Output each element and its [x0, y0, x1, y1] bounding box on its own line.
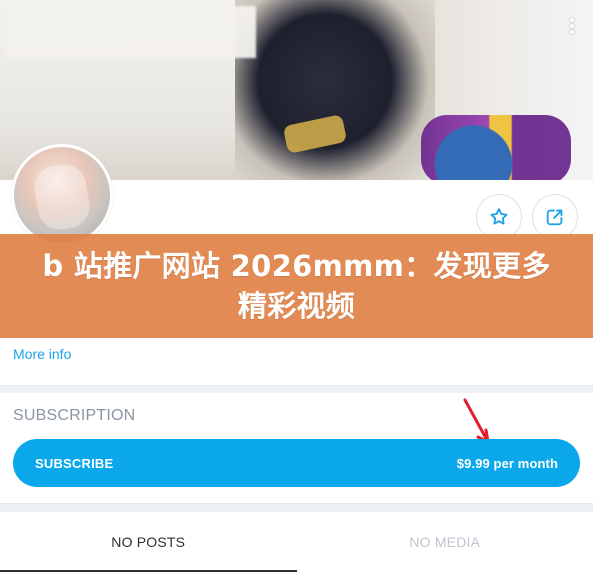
promo-banner-text: b 站推广网站 2026mmm：发现更多精彩视频	[42, 249, 551, 323]
promo-overlay-banner: b 站推广网站 2026mmm：发现更多精彩视频	[0, 234, 593, 338]
section-divider	[0, 385, 593, 393]
cover-blurred-watermark	[6, 6, 256, 58]
section-divider	[0, 503, 593, 512]
profile-avatar[interactable]	[11, 144, 113, 246]
subscribe-button[interactable]: SUBSCRIBE $9.99 per month	[13, 439, 580, 487]
tab-media-label: NO MEDIA	[409, 534, 481, 550]
more-vertical-icon	[570, 18, 574, 22]
tab-posts[interactable]: NO POSTS	[0, 512, 297, 572]
subscription-section-title: SUBSCRIPTION	[13, 407, 136, 424]
more-info-link[interactable]: More info	[13, 346, 71, 362]
share-icon	[546, 209, 563, 226]
star-icon	[490, 208, 508, 225]
subscription-price: $9.99 per month	[456, 455, 558, 471]
subscribe-label: SUBSCRIBE	[35, 455, 114, 471]
tab-posts-label: NO POSTS	[111, 534, 186, 550]
content-tabs: NO POSTS NO MEDIA	[0, 512, 593, 572]
tab-media[interactable]: NO MEDIA	[297, 512, 593, 572]
cover-image-subject	[235, 0, 435, 180]
more-options-button[interactable]	[561, 12, 583, 40]
cover-logo-graphic	[421, 115, 571, 180]
